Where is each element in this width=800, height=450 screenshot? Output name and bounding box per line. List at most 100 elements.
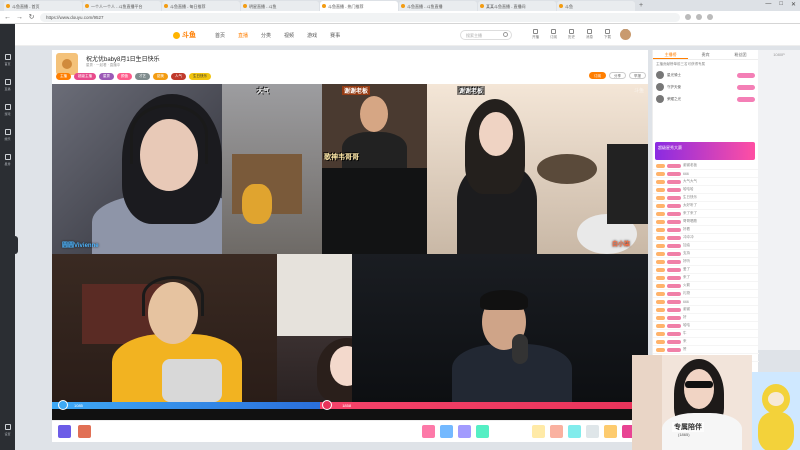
download-button[interactable]: 下载 <box>602 29 613 40</box>
gift-item-icon[interactable] <box>568 425 581 438</box>
cap <box>480 290 528 310</box>
sidebar-item-star[interactable]: 星秀 <box>0 154 15 167</box>
nav-game[interactable]: 游戏 <box>307 32 317 39</box>
forward-button[interactable]: → <box>16 14 23 21</box>
level-badge <box>656 243 665 248</box>
headphones-icon <box>142 276 204 316</box>
chat-tabs: 主播榜 贵宾 粉丝团 <box>653 50 758 60</box>
messages-button[interactable]: 消息 <box>584 29 595 40</box>
new-tab-button[interactable]: + <box>636 1 646 11</box>
browser-tab[interactable]: 斗鱼直播 - 每日推荐 <box>162 1 240 11</box>
streamer-avatar[interactable] <box>56 53 78 75</box>
sidebar-collapse-handle[interactable] <box>13 236 18 254</box>
nav-video[interactable]: 视频 <box>284 32 294 39</box>
favicon-icon <box>243 4 247 8</box>
back-button[interactable]: ← <box>4 14 11 21</box>
gift-item-icon[interactable] <box>532 425 545 438</box>
browser-tab-active[interactable]: 斗鱼直播 - 热门推荐 <box>320 1 398 11</box>
nav-category[interactable]: 分类 <box>261 32 271 39</box>
site-logo[interactable]: 斗鱼 <box>173 30 196 40</box>
url-field[interactable]: https://www.douyu.com/9527 <box>40 12 680 22</box>
star-icon <box>4 154 11 160</box>
level-badge <box>656 323 665 328</box>
chat-message: 哥哥唱歌 <box>653 218 759 226</box>
sidebar-item-home[interactable]: 首页 <box>0 54 15 67</box>
pk-left-avatar <box>58 400 68 410</box>
browser-tab[interactable]: 一个人一个人 - 斗鱼直播平台 <box>83 1 161 11</box>
browser-tab[interactable]: 斗鱼直播 - 斗鱼直播 <box>399 1 477 11</box>
browser-tab[interactable]: 明星直播 - 斗鱼 <box>241 1 319 11</box>
rank-row[interactable]: 星光骑士 <box>653 69 758 81</box>
browser-tab[interactable]: 某某斗鱼直播 - 直播间 <box>478 1 556 11</box>
chat-message: 冲冲冲 <box>653 234 759 242</box>
streamer-nametag: 圆圆Vivienne <box>62 243 99 249</box>
tab-vip[interactable]: 贵宾 <box>688 50 723 59</box>
report-button[interactable]: 举报 <box>629 72 646 79</box>
gift-item-icon[interactable] <box>422 425 435 438</box>
person-body <box>342 132 407 168</box>
share-button[interactable]: 分享 <box>609 72 626 79</box>
nav-esports[interactable]: 赛事 <box>330 32 340 39</box>
fan-badge <box>667 331 681 336</box>
chat-message: 火箭 <box>653 282 759 290</box>
gift-item-icon[interactable] <box>458 425 471 438</box>
gift-item-icon[interactable] <box>550 425 563 438</box>
browser-tab[interactable]: 斗鱼直播 - 首页 <box>4 1 82 11</box>
gift-item-icon[interactable] <box>604 425 617 438</box>
gift-item-icon[interactable] <box>78 425 91 438</box>
level-badge <box>656 283 665 288</box>
pk-progress-bar: 1085 1858 <box>52 400 648 410</box>
nav-home[interactable]: 首页 <box>215 32 225 39</box>
overlay-banner: 谢谢老板 <box>457 86 486 95</box>
chat-message: 好 <box>653 314 759 322</box>
profile-icon[interactable] <box>707 14 713 20</box>
room-badge: 生日快乐 <box>189 73 211 80</box>
sidebar-item-entertainment[interactable]: 娱乐 <box>0 129 15 142</box>
extension-icon[interactable] <box>685 14 691 20</box>
video-player[interactable]: 圆圆Vivienne 大气 谢谢老板 歌神韦哥哥 谢谢老板 白小柒 斗鱼 108… <box>52 84 648 420</box>
gift-item-icon[interactable] <box>586 425 599 438</box>
chat-message: 加油 <box>653 242 759 250</box>
sidebar-item-games[interactable]: 游戏 <box>0 104 15 117</box>
reload-button[interactable]: ↻ <box>28 13 35 21</box>
chat-message: 哈哈哈 <box>653 186 759 194</box>
user-avatar[interactable] <box>620 29 631 40</box>
extension-icon[interactable] <box>696 14 702 20</box>
broadcast-button[interactable]: 开播 <box>530 29 541 40</box>
gift-item-icon[interactable] <box>58 425 71 438</box>
close-button[interactable]: ✕ <box>791 1 796 8</box>
maximize-button[interactable]: □ <box>779 1 783 8</box>
room-badge: 人气 <box>171 73 186 80</box>
chat-message: 牛 <box>653 330 759 338</box>
room-badge: 主播 <box>56 73 71 80</box>
gift-item-icon[interactable] <box>476 425 489 438</box>
person-head <box>684 369 714 409</box>
sidebar-item-settings[interactable]: 设置 <box>0 424 15 437</box>
search-input[interactable]: 搜索主播 <box>460 30 512 40</box>
rank-row[interactable]: 荣耀之光 <box>653 93 758 105</box>
search-icon[interactable] <box>503 32 508 37</box>
follow-button[interactable]: 订阅 <box>548 29 559 40</box>
quality-label[interactable]: 1080P <box>758 52 800 57</box>
nav-live[interactable]: 直播 <box>238 32 248 39</box>
fan-badge <box>667 235 681 240</box>
promo-banner[interactable]: 超级星秀大赛 <box>655 142 755 160</box>
browser-tab[interactable]: 斗鱼 <box>557 1 635 11</box>
gift-item-icon[interactable] <box>440 425 453 438</box>
microphone-icon <box>512 334 528 364</box>
tab-anchor-rank[interactable]: 主播榜 <box>653 50 688 59</box>
fan-badge <box>667 179 681 184</box>
chat-message: 哈哈 <box>653 322 759 330</box>
history-button[interactable]: 历史 <box>566 29 577 40</box>
room-info: 祝尤优baby8月1日生日快乐 星秀 · 一起看 · 直播中 主播 超级主播 星… <box>52 50 648 84</box>
level-badge <box>656 347 665 352</box>
minimize-button[interactable]: — <box>765 1 771 8</box>
video-cam-6 <box>277 254 352 336</box>
fan-badge <box>667 171 681 176</box>
room-meta: 星秀 · 一起看 · 直播中 <box>86 63 121 67</box>
subscribe-button[interactable]: 订阅 <box>589 72 606 79</box>
rank-row[interactable]: 守护天使 <box>653 81 758 93</box>
sidebar-item-live[interactable]: 直播 <box>0 79 15 92</box>
tab-fans[interactable]: 粉丝团 <box>723 50 758 59</box>
background-wall <box>632 355 662 450</box>
